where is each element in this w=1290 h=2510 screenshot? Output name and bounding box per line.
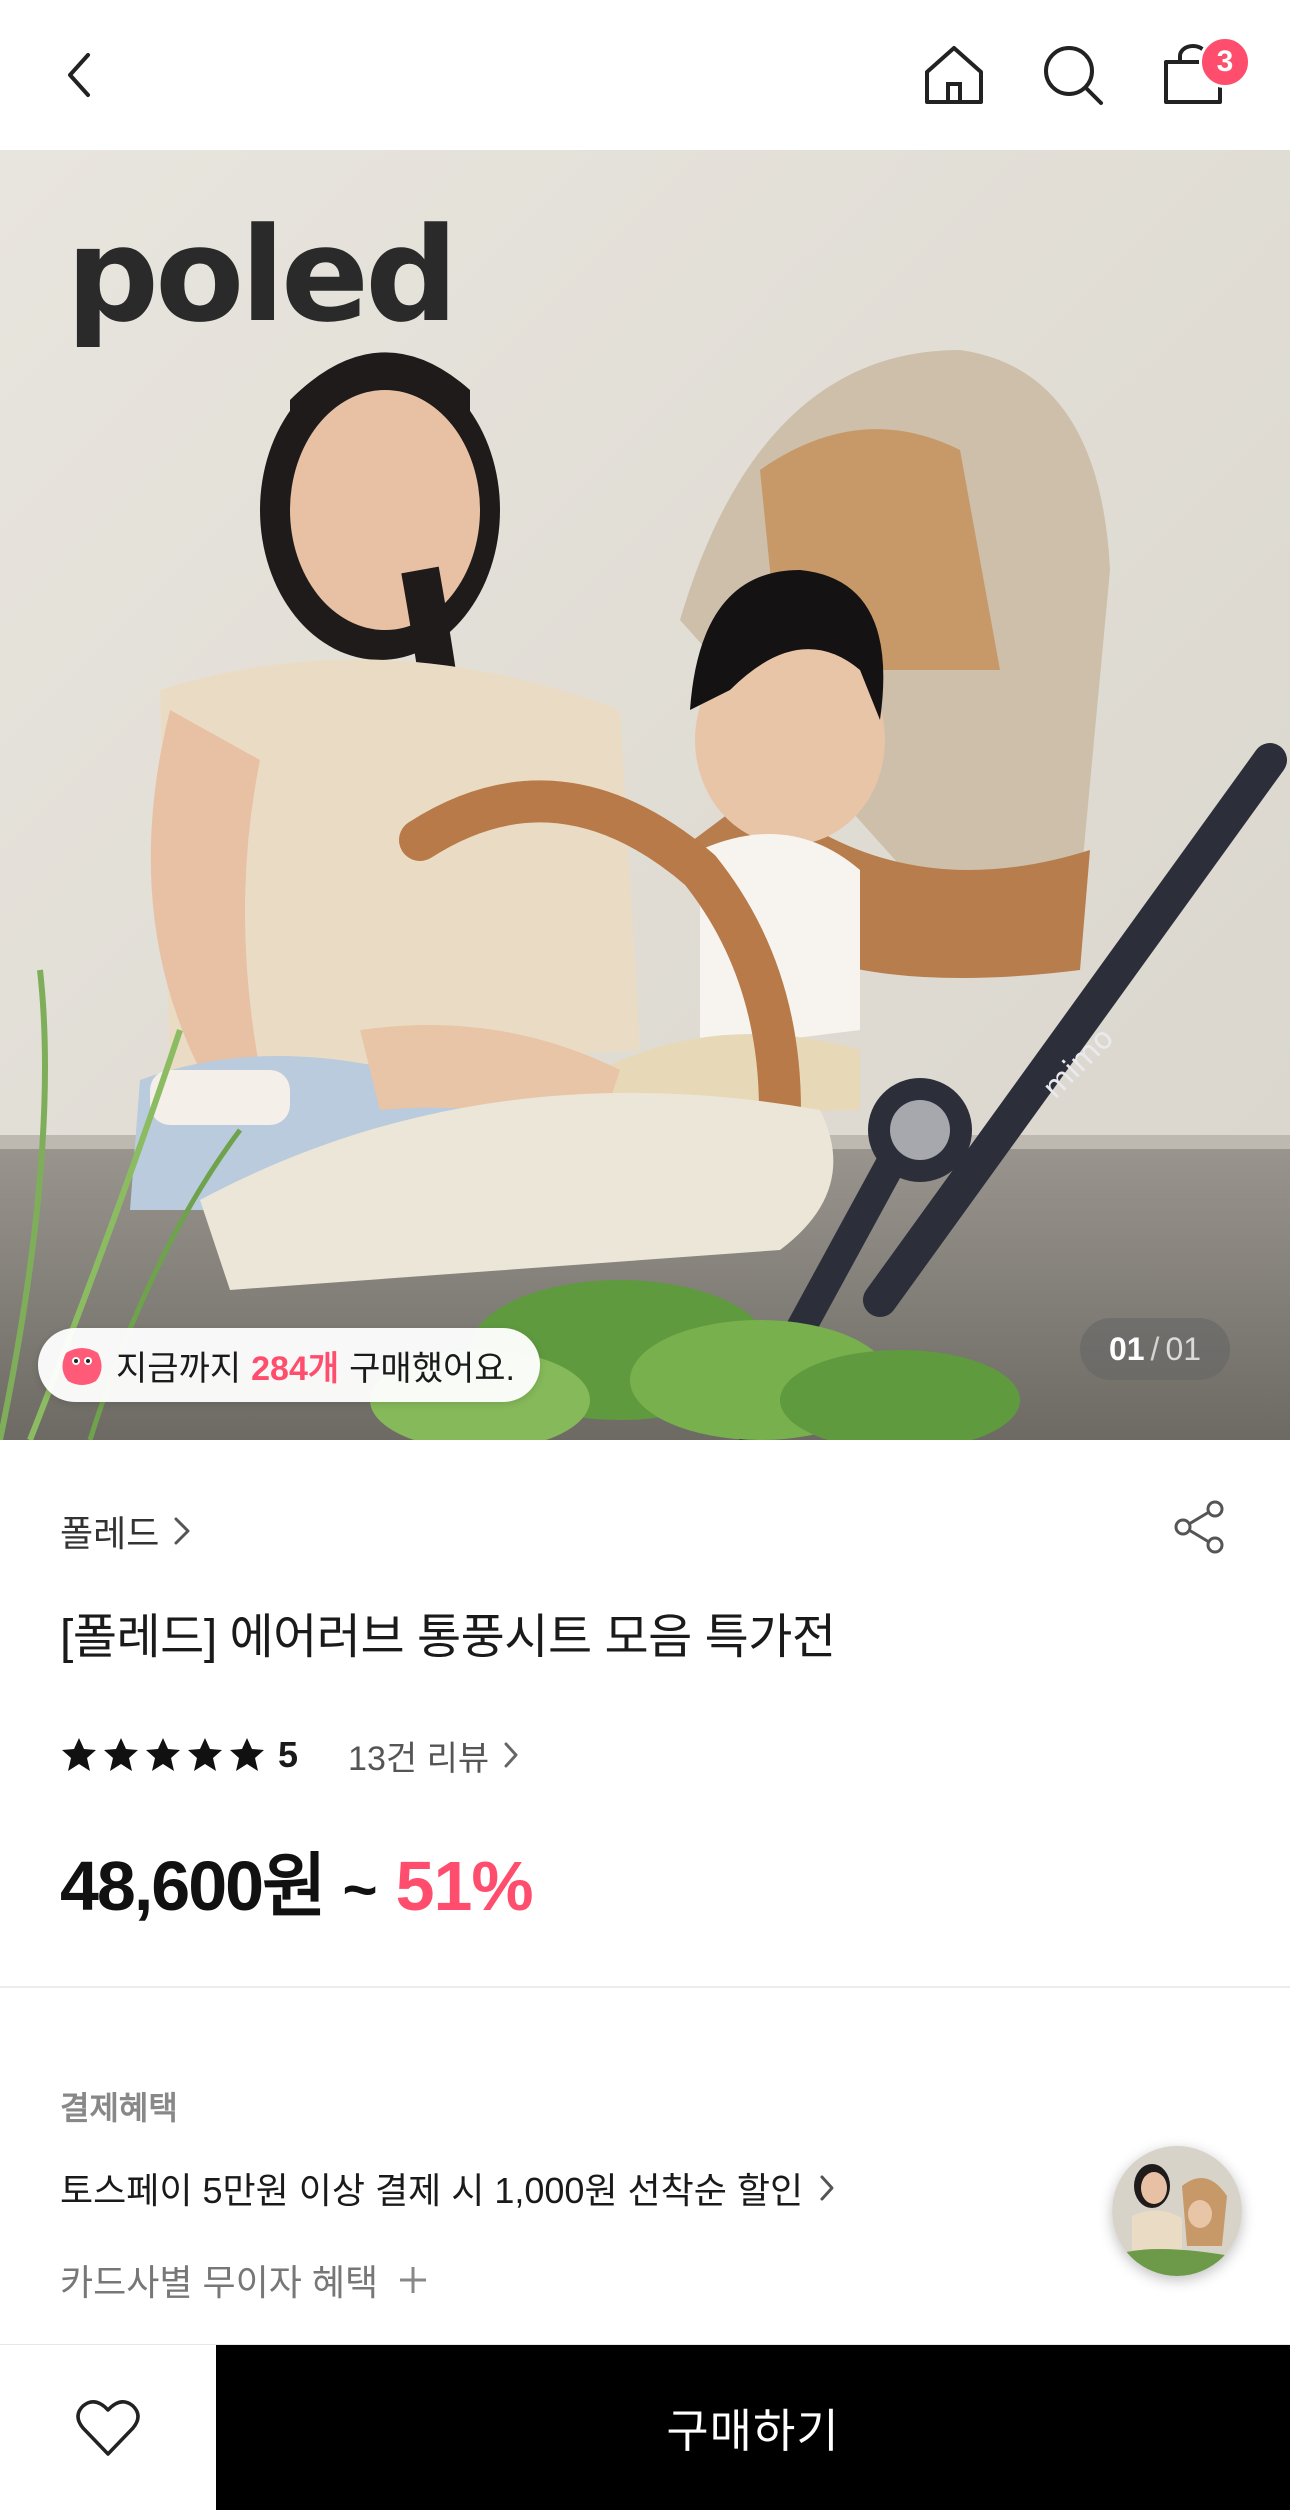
- rating-row: 5 13건 리뷰: [60, 1730, 519, 1780]
- payment-benefit-heading: 결제혜택: [60, 2090, 178, 2126]
- discount-rate: 51%: [395, 1847, 534, 1925]
- share-icon: [1174, 1500, 1224, 1554]
- wishlist-button[interactable]: [0, 2345, 216, 2510]
- star-icon: [230, 1738, 264, 1771]
- floating-video-thumbnail[interactable]: [1112, 2146, 1242, 2276]
- image-counter-total: 01: [1165, 1330, 1202, 1367]
- section-divider: [0, 1986, 1290, 1988]
- bottom-action-bar: 구매하기: [0, 2344, 1290, 2510]
- chevron-right-icon: [174, 1517, 190, 1545]
- review-link[interactable]: 13건 리뷰: [348, 1731, 519, 1780]
- image-counter: 01 / 01: [1080, 1318, 1230, 1380]
- thumbnail-photo: [1112, 2146, 1242, 2276]
- brand-name: 폴레드: [60, 1513, 160, 1554]
- plus-icon: [400, 2267, 427, 2293]
- purchase-pill-prefix: 지금까지: [116, 1349, 242, 1388]
- cart-count-badge: 3: [1199, 36, 1251, 88]
- price: 48,600원: [60, 1847, 327, 1925]
- star-rating: [60, 1736, 266, 1774]
- chevron-right-icon: [504, 1742, 518, 1768]
- search-icon: [1044, 46, 1103, 105]
- star-icon: [62, 1738, 96, 1771]
- share-button[interactable]: [1168, 1496, 1230, 1558]
- purchase-count: 284개: [251, 1349, 340, 1388]
- product-hero-image[interactable]: mimo poled 지금까지 284개 구매했어요. 01 / 01: [0, 150, 1290, 1440]
- brand-logo: poled: [66, 199, 458, 351]
- cart-button[interactable]: 3: [1153, 35, 1251, 115]
- chevron-left-icon: [68, 53, 90, 97]
- back-button[interactable]: [40, 35, 120, 115]
- chevron-right-icon: [820, 2175, 834, 2201]
- image-counter-current: 01: [1108, 1330, 1145, 1367]
- home-button[interactable]: [914, 35, 994, 115]
- brand-link[interactable]: 폴레드: [60, 1505, 191, 1557]
- star-icon: [104, 1738, 138, 1771]
- price-row: 48,600원 ~ 51%: [60, 1830, 534, 1931]
- price-range-tilde: ~: [342, 1856, 378, 1923]
- buy-button[interactable]: 구매하기: [216, 2345, 1290, 2510]
- image-counter-separator: /: [1150, 1330, 1160, 1367]
- star-icon: [188, 1738, 222, 1771]
- card-installment-benefit-toggle[interactable]: 카드사별 무이자 혜택: [60, 2254, 428, 2306]
- star-icon: [146, 1738, 180, 1771]
- home-icon: [925, 46, 983, 104]
- purchase-count-pill: 지금까지 284개 구매했어요.: [38, 1328, 540, 1402]
- review-count: 13건 리뷰: [348, 1739, 490, 1778]
- purchase-pill-suffix: 구매했어요.: [349, 1349, 515, 1388]
- mascot-icon: [62, 1348, 102, 1385]
- tosspay-benefit-link[interactable]: 토스페이 5만원 이상 결제 시 1,000원 선착순 할인: [60, 2162, 835, 2214]
- search-button[interactable]: [1033, 35, 1113, 115]
- tosspay-benefit-text: 토스페이 5만원 이상 결제 시 1,000원 선착순 할인: [60, 2170, 804, 2211]
- heart-icon: [76, 2400, 140, 2456]
- product-title: [폴레드] 에어러브 통풍시트 모음 특가전: [60, 1611, 836, 1664]
- card-benefit-text: 카드사별 무이자 혜택: [60, 2262, 379, 2303]
- rating-value: 5: [278, 1734, 299, 1775]
- top-app-bar: 3: [0, 0, 1290, 150]
